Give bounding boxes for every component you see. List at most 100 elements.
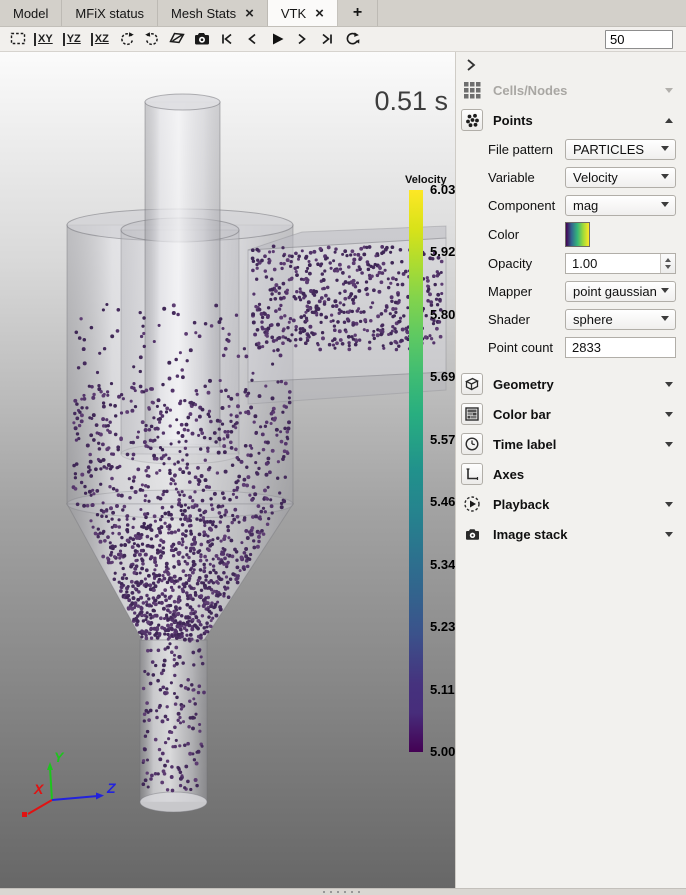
section-label: Time label (493, 437, 655, 452)
chevron-down-icon (665, 532, 673, 541)
point-count-field[interactable]: 2833 (565, 337, 676, 358)
section-axes[interactable]: Axes (456, 459, 686, 489)
section-geometry[interactable]: Geometry (456, 369, 686, 399)
geometry-icon (464, 376, 480, 392)
selected-value: point gaussian (573, 284, 657, 299)
axis-x-label: X (33, 781, 45, 797)
orientation-axes: Y X Z (12, 740, 132, 835)
close-icon[interactable]: × (315, 6, 324, 21)
variable-select[interactable]: Velocity (565, 167, 676, 188)
section-label: Cells/Nodes (493, 83, 655, 98)
chevron-down-icon (665, 412, 673, 421)
spin-buttons[interactable] (660, 254, 675, 273)
chevron-up-icon (665, 114, 673, 123)
section-cells-nodes[interactable]: Cells/Nodes (456, 75, 686, 105)
view-yz-button[interactable]: YZ (63, 33, 83, 46)
frame-count-input[interactable] (605, 30, 673, 49)
axes-toggle-button[interactable] (461, 463, 483, 485)
section-color-bar[interactable]: Color bar (456, 399, 686, 429)
colorbar-tick: 5.92 (430, 245, 455, 259)
play-button[interactable] (267, 29, 288, 50)
section-playback[interactable]: Playback (456, 489, 686, 519)
field-label: Variable (488, 170, 565, 185)
snapshot-button[interactable] (192, 29, 213, 50)
axis-z-label: Z (106, 780, 116, 796)
time-label-toggle-button[interactable] (461, 433, 483, 455)
field-label: Color (488, 227, 565, 242)
image-stack-camera-icon (461, 523, 483, 545)
grid-icon (461, 79, 483, 101)
tab-vtk[interactable]: VTK × (268, 0, 338, 26)
tab-model[interactable]: Model (0, 0, 62, 26)
loop-playback-button[interactable] (342, 29, 363, 50)
component-select[interactable]: mag (565, 195, 676, 216)
chevron-down-icon (661, 146, 669, 155)
colorbar-tick: 5.11 (430, 683, 455, 697)
camera-icon (193, 30, 211, 48)
geometry-toggle-button[interactable] (461, 373, 483, 395)
chevron-down-icon (665, 88, 673, 97)
chevron-left-icon (245, 30, 259, 48)
spin-value: 1.00 (572, 256, 597, 271)
first-frame-button[interactable] (217, 29, 238, 50)
tab-mesh-stats[interactable]: Mesh Stats × (158, 0, 268, 26)
skip-last-icon (319, 30, 335, 48)
colorbar-tick: 5.57 (430, 433, 455, 447)
field-label: Mapper (488, 284, 565, 299)
field-label: File pattern (488, 142, 565, 157)
tab-label: VTK (281, 6, 306, 21)
tab-bar: Model MFiX status Mesh Stats × VTK × + (0, 0, 686, 27)
reset-view-button[interactable] (7, 29, 28, 50)
skip-first-icon (219, 30, 235, 48)
vtk-viewport[interactable]: 0.51 s Velocity 6.03 5.92 5.80 5.69 5.57… (0, 52, 455, 888)
colorbar-tick: 5.69 (430, 370, 455, 384)
colorbar-tick: 5.46 (430, 495, 455, 509)
new-tab-button[interactable]: + (338, 0, 378, 26)
collapse-panel-chevron[interactable] (466, 58, 476, 72)
close-icon[interactable]: × (245, 6, 254, 21)
component-row: Component mag (456, 191, 686, 219)
section-label: Image stack (493, 527, 655, 542)
colorbar-tick: 6.03 (430, 183, 455, 197)
chevron-right-icon (295, 30, 309, 48)
shader-select[interactable]: sphere (565, 309, 676, 330)
field-label: Component (488, 198, 565, 213)
previous-frame-button[interactable] (242, 29, 263, 50)
mfix-window: Model MFiX status Mesh Stats × VTK × + X… (0, 0, 686, 895)
rotate-left-button[interactable] (117, 29, 138, 50)
section-time-label[interactable]: Time label (456, 429, 686, 459)
colorbar-ticks: 6.03 5.92 5.80 5.69 5.57 5.46 5.34 5.23 … (430, 183, 455, 759)
file-pattern-select[interactable]: PARTICLES (565, 139, 676, 160)
colormap-swatch-button[interactable] (565, 222, 590, 247)
splitter-handle[interactable] (0, 888, 686, 895)
variable-row: Variable Velocity (456, 163, 686, 191)
opacity-row: Opacity 1.00 (456, 249, 686, 277)
axis-y-label: Y (54, 749, 65, 765)
section-points[interactable]: Points (456, 105, 686, 135)
color-bar-icon (464, 406, 480, 422)
perspective-button[interactable] (167, 29, 188, 50)
points-toggle-button[interactable] (461, 109, 483, 131)
view-xy-button[interactable]: XY (34, 33, 55, 46)
section-label: Points (493, 113, 655, 128)
colorbar-tick: 5.34 (430, 558, 455, 572)
splitter-dots-icon (323, 891, 363, 893)
section-image-stack[interactable]: Image stack (456, 519, 686, 549)
mapper-select[interactable]: point gaussian (565, 281, 676, 302)
chevron-down-icon (661, 316, 669, 325)
next-frame-button[interactable] (292, 29, 313, 50)
points-icon (465, 113, 480, 128)
view-xz-button[interactable]: XZ (91, 33, 111, 46)
color-bar-toggle-button[interactable] (461, 403, 483, 425)
section-label: Geometry (493, 377, 655, 392)
chevron-down-icon (665, 442, 673, 451)
spin-down-icon (665, 265, 671, 272)
selected-value: Velocity (573, 170, 618, 185)
last-frame-button[interactable] (317, 29, 338, 50)
colorbar-tick: 5.80 (430, 308, 455, 322)
rotate-ccw-icon (118, 30, 136, 48)
opacity-spinbox[interactable]: 1.00 (565, 253, 676, 274)
rotate-right-button[interactable] (142, 29, 163, 50)
tab-mfix-status[interactable]: MFiX status (62, 0, 158, 26)
chevron-down-icon (661, 202, 669, 211)
